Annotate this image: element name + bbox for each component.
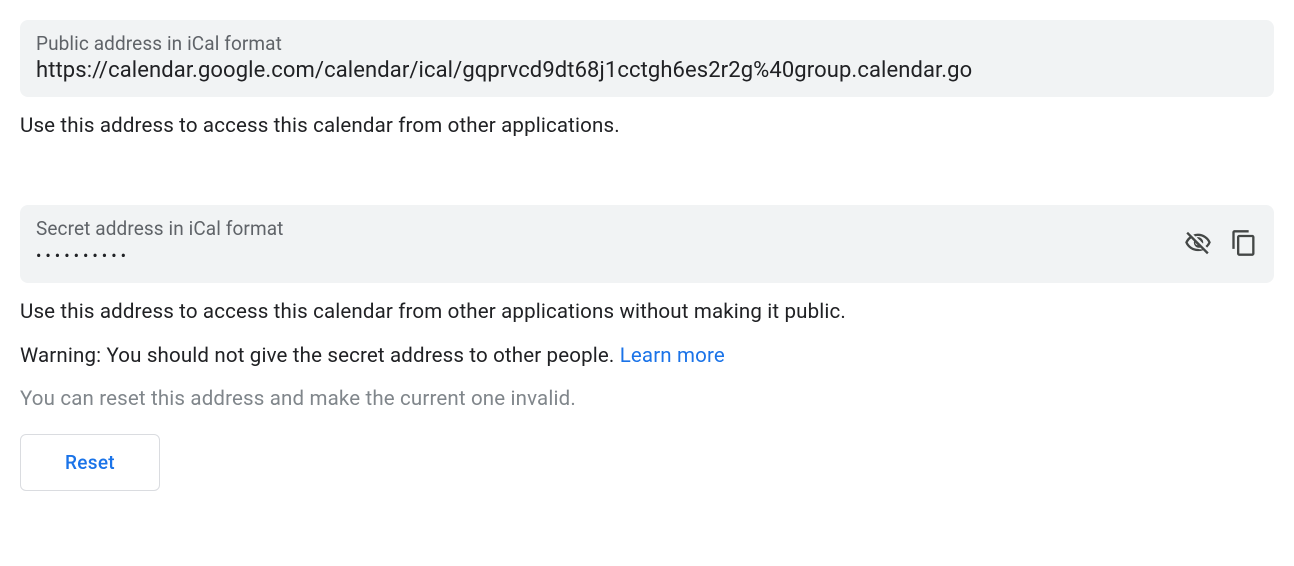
reset-button[interactable]: Reset (20, 434, 160, 491)
secret-ical-warning: Warning: You should not give the secret … (20, 341, 1274, 373)
secret-ical-helper: Use this address to access this calendar… (20, 297, 1274, 329)
secret-ical-field[interactable]: Secret address in iCal format •••••••••• (20, 205, 1274, 283)
reset-note: You can reset this address and make the … (20, 384, 1274, 416)
public-ical-helper: Use this address to access this calendar… (20, 111, 1274, 143)
secret-ical-value-masked: •••••••••• (36, 243, 1168, 269)
secret-ical-label: Secret address in iCal format (36, 217, 1168, 240)
public-ical-value: https://calendar.google.com/calendar/ica… (36, 58, 1258, 83)
learn-more-link[interactable]: Learn more (620, 344, 725, 368)
visibility-off-icon[interactable] (1184, 229, 1212, 257)
copy-icon[interactable] (1230, 229, 1258, 257)
public-ical-field[interactable]: Public address in iCal format https://ca… (20, 20, 1274, 97)
public-ical-label: Public address in iCal format (36, 32, 1258, 55)
warning-text: Warning: You should not give the secret … (20, 344, 620, 368)
